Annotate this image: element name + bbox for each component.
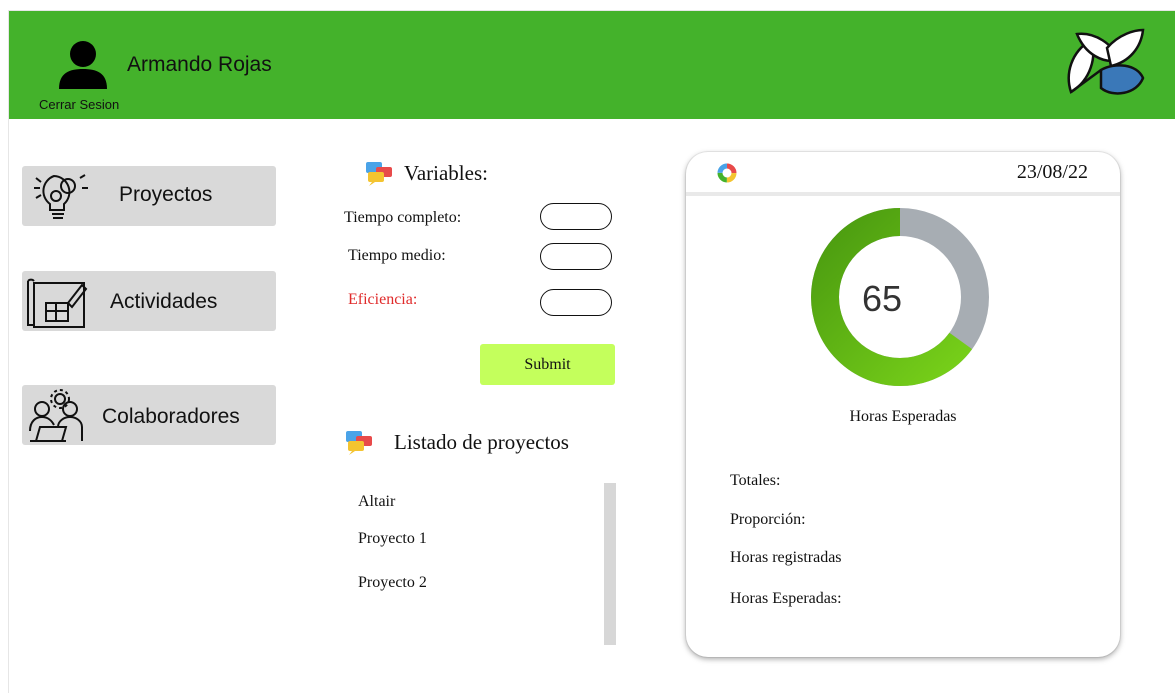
field-label-eficiencia: Eficiencia: [348,291,418,308]
field-label-tiempo-completo: Tiempo completo: [344,209,462,226]
user-avatar-icon[interactable] [55,35,111,91]
app-header: Armando Rojas Cerrar Sesion [9,11,1175,119]
chat-bubbles-icon [346,431,372,455]
chart-donut-icon [717,163,737,183]
list-item[interactable]: Proyecto 1 [358,530,427,548]
list-item[interactable]: Proyecto 2 [358,574,427,592]
list-item[interactable]: Altair [358,493,395,511]
projects-list-title: Listado de proyectos [394,430,569,454]
sidebar-item-label: Actividades [110,290,218,313]
sidebar-item-label: Proyectos [119,183,213,206]
field-label-tiempo-medio: Tiempo medio: [348,247,446,264]
stat-horas-registradas: Horas registradas [730,549,842,566]
tiempo-completo-input[interactable] [540,203,612,230]
donut-value: 65 [861,278,903,319]
hours-card: 23/08/22 65 Horas Esperadas Totales: Pro… [686,152,1120,657]
stat-totales: Totales: [730,472,781,489]
sidebar-item-label: Colaboradores [102,405,240,428]
gear-bulb-icon [34,174,88,219]
sidebar-item-proyectos[interactable]: Proyectos [22,166,276,226]
eficiencia-input[interactable] [540,289,612,316]
sidebar-item-colaboradores[interactable]: Colaboradores [22,385,276,445]
blueprint-icon [27,278,88,328]
user-name: Armando Rojas [127,53,272,76]
card-divider [686,192,1120,196]
logout-link[interactable]: Cerrar Sesion [39,97,119,112]
variables-title: Variables: [404,161,488,185]
stat-horas-esperadas: Horas Esperadas: [730,590,842,607]
projects-scrollbar[interactable] [604,483,616,645]
donut-caption: Horas Esperadas [849,408,957,425]
sidebar-item-actividades[interactable]: Actividades [22,271,276,331]
stat-proporcion: Proporción: [730,511,806,528]
submit-button[interactable]: Submit [480,344,615,385]
team-gear-icon [29,389,83,442]
app-logo-icon [1067,28,1145,95]
card-date: 23/08/22 [1016,161,1088,183]
chat-bubbles-icon [366,162,392,186]
tiempo-medio-input[interactable] [540,243,612,270]
